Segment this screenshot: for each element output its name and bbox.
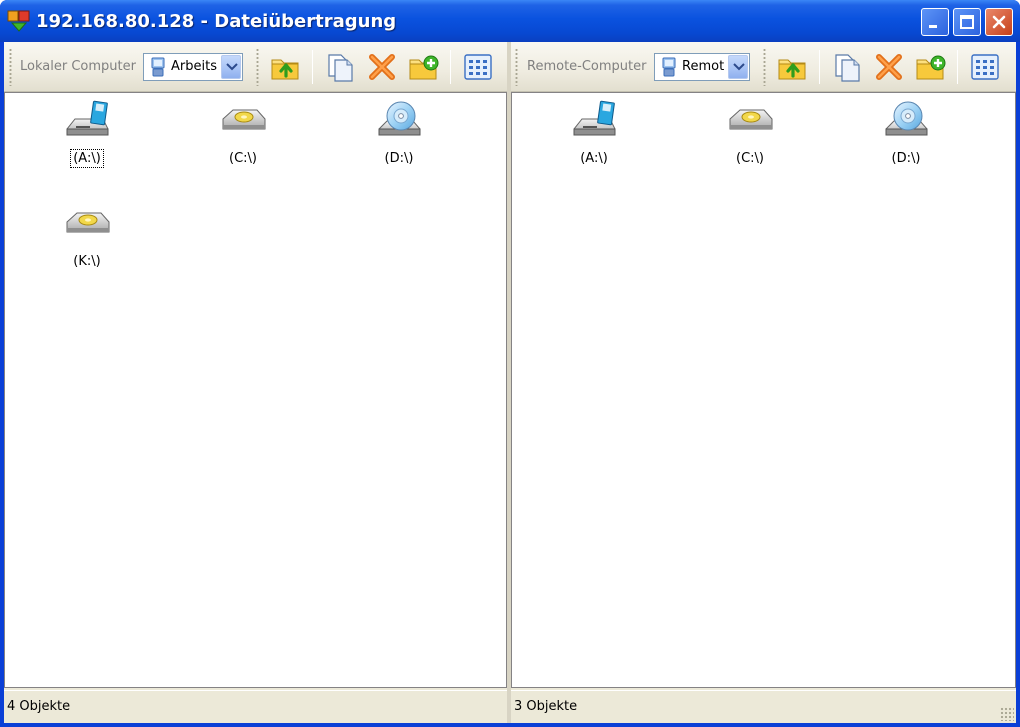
- remote-delete-button[interactable]: [873, 51, 905, 83]
- app-icon: [7, 10, 30, 32]
- drive-label: (C:\): [229, 151, 257, 166]
- remote-location-combo[interactable]: Remot: [654, 53, 750, 81]
- local-drive-a[interactable]: (A:\): [32, 99, 142, 179]
- chevron-down-icon: [226, 63, 238, 71]
- maximize-icon: [960, 15, 974, 29]
- remote-combo-dropdown-button[interactable]: [728, 55, 748, 79]
- local-computer-label: Lokaler Computer: [20, 59, 136, 74]
- remote-copy-button[interactable]: [831, 51, 863, 83]
- local-toolbar: Lokaler Computer Arbeits: [4, 42, 507, 92]
- new-folder-icon: [408, 51, 440, 83]
- delete-icon: [873, 51, 905, 83]
- drive-label: (A:\): [580, 151, 608, 166]
- remote-status-text: 3 Objekte: [514, 699, 578, 714]
- hard-drive-icon: [727, 99, 773, 145]
- new-folder-icon: [915, 51, 947, 83]
- local-combo-dropdown-button[interactable]: [221, 55, 241, 79]
- toolbar-separator: [957, 50, 958, 84]
- copy-icon: [324, 51, 356, 83]
- local-drive-d[interactable]: (D:\): [344, 99, 454, 179]
- remote-file-list[interactable]: (A:\) (C:\) (D:\): [511, 92, 1016, 688]
- remote-drive-d[interactable]: (D:\): [851, 99, 961, 179]
- view-icon: [969, 51, 1001, 83]
- chevron-down-icon: [733, 63, 745, 71]
- remote-pane: Remote-Computer Remot (A:\) (C:\) (D:\) …: [511, 42, 1016, 723]
- folder-up-icon: [270, 51, 302, 83]
- view-icon: [462, 51, 494, 83]
- remote-computer-label: Remote-Computer: [527, 59, 647, 74]
- remote-status-bar: 3 Objekte: [511, 690, 1016, 723]
- toolbar-separator: [450, 50, 451, 84]
- drive-label: (D:\): [891, 151, 921, 166]
- local-location-combo[interactable]: Arbeits: [143, 53, 243, 81]
- local-new-folder-button[interactable]: [408, 51, 440, 83]
- drive-label: (D:\): [384, 151, 414, 166]
- hard-drive-icon: [220, 99, 266, 145]
- copy-icon: [831, 51, 863, 83]
- remote-folder-up-button[interactable]: [777, 51, 809, 83]
- client-area: Lokaler Computer Arbeits (A:\) (C:\) (D:…: [4, 42, 1016, 723]
- local-view-button[interactable]: [462, 51, 494, 83]
- remote-drive-a[interactable]: (A:\): [539, 99, 649, 179]
- title-bar[interactable]: 192.168.80.128 - Dateiübertragung: [0, 0, 1020, 42]
- file-transfer-window: 192.168.80.128 - Dateiübertragung Lokale…: [0, 0, 1020, 727]
- maximize-button[interactable]: [953, 8, 981, 36]
- toolbar-separator: [819, 50, 820, 84]
- remote-new-folder-button[interactable]: [915, 51, 947, 83]
- delete-icon: [366, 51, 398, 83]
- remote-location-value: Remot: [682, 59, 725, 74]
- computer-icon: [149, 57, 167, 77]
- close-button[interactable]: [985, 8, 1013, 36]
- hard-drive-icon: [64, 202, 110, 248]
- local-status-text: 4 Objekte: [7, 699, 71, 714]
- local-status-bar: 4 Objekte: [4, 690, 507, 723]
- window-title: 192.168.80.128 - Dateiübertragung: [36, 11, 397, 32]
- local-drive-c[interactable]: (C:\): [188, 99, 298, 179]
- local-pane: Lokaler Computer Arbeits (A:\) (C:\) (D:…: [4, 42, 507, 723]
- drive-label: (A:\): [70, 149, 104, 168]
- toolbar-grip[interactable]: [256, 48, 259, 86]
- drive-label: (C:\): [736, 151, 764, 166]
- remote-toolbar: Remote-Computer Remot: [511, 42, 1016, 92]
- remote-drive-c[interactable]: (C:\): [695, 99, 805, 179]
- remote-view-button[interactable]: [969, 51, 1001, 83]
- cd-drive-icon: [376, 99, 422, 145]
- floppy-drive-icon: [64, 99, 110, 145]
- cd-drive-icon: [883, 99, 929, 145]
- toolbar-grip[interactable]: [763, 48, 766, 86]
- local-delete-button[interactable]: [366, 51, 398, 83]
- local-drive-k[interactable]: (K:\): [32, 202, 142, 282]
- local-copy-button[interactable]: [324, 51, 356, 83]
- local-folder-up-button[interactable]: [270, 51, 302, 83]
- floppy-drive-icon: [571, 99, 617, 145]
- computer-icon: [660, 57, 678, 77]
- size-grip[interactable]: [1000, 707, 1014, 721]
- folder-up-icon: [777, 51, 809, 83]
- minimize-icon: [929, 25, 937, 28]
- toolbar-grip[interactable]: [9, 48, 12, 86]
- minimize-button[interactable]: [921, 8, 949, 36]
- local-file-list[interactable]: (A:\) (C:\) (D:\) (K:\): [4, 92, 507, 688]
- local-location-value: Arbeits: [171, 59, 217, 74]
- close-icon: [992, 15, 1006, 29]
- toolbar-grip[interactable]: [515, 48, 518, 86]
- drive-label: (K:\): [73, 254, 101, 269]
- toolbar-separator: [312, 50, 313, 84]
